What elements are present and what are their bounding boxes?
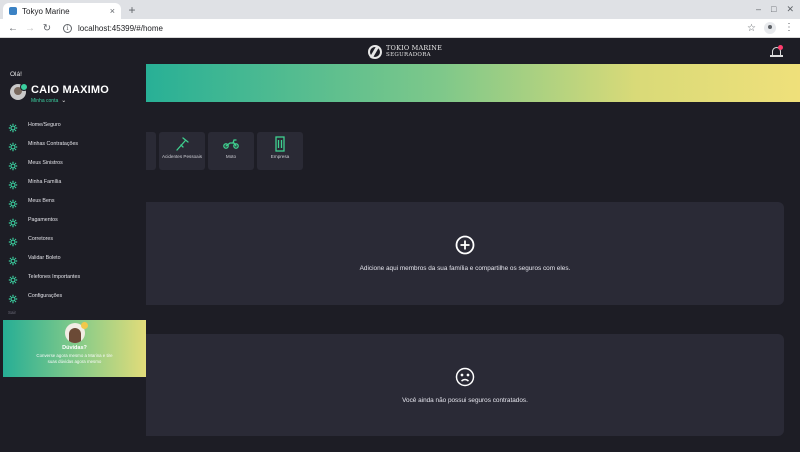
sidebar-item-label: Minhas Contratações — [28, 140, 79, 147]
sidebar-item-home-seguro[interactable]: Home/Seguro — [0, 115, 146, 134]
logo-line1: TOKIO MARINE — [386, 44, 443, 52]
category-moto[interactable]: Moto — [208, 132, 254, 170]
gear-icon — [8, 177, 18, 189]
category-empresa[interactable]: Empresa — [257, 132, 303, 170]
my-account-link[interactable]: Minha conta ⌄ — [31, 97, 67, 105]
site-info-icon[interactable]: i — [63, 23, 72, 33]
sidebar-item-corretores[interactable]: Corretores — [0, 229, 146, 248]
bell-icon[interactable] — [770, 45, 784, 59]
notification-dot — [778, 45, 783, 50]
sidebar-item-telefones-importantes[interactable]: Telefones Importantes — [0, 267, 146, 286]
add-circle-icon[interactable] — [455, 235, 475, 255]
category-card[interactable] — [146, 132, 156, 170]
sidebar-item-label: Meus Sinistros — [28, 159, 63, 166]
profile-icon[interactable] — [764, 22, 776, 34]
reload-icon[interactable]: ↻ — [40, 23, 54, 34]
sidebar-item-label: Pagamentos — [28, 216, 58, 223]
gear-icon — [8, 291, 18, 303]
minimize-button[interactable]: – — [756, 2, 761, 16]
sidebar-item-label: Home/Seguro — [28, 121, 61, 128]
help-card-text: Converse agora mesmo a Marina e tire sua… — [36, 353, 113, 364]
category-acidentes-pessoais[interactable]: Acidentes Pessoais — [159, 132, 205, 170]
gear-icon — [8, 234, 18, 246]
gear-icon — [8, 120, 18, 132]
logout-link[interactable]: Sair — [8, 310, 16, 315]
gear-icon — [8, 158, 18, 170]
sidebar-item-meus-sinistros[interactable]: Meus Sinistros — [0, 153, 146, 172]
family-card[interactable]: Adicione aqui membros da sua família e c… — [146, 202, 784, 305]
sidebar-item-label: Corretores — [28, 235, 54, 242]
sidebar-item-label: Telefones Importantes — [28, 273, 81, 280]
category-label: Moto — [225, 154, 237, 159]
browser-tab-bar: Tokyo Marine × + – □ ✕ — [0, 0, 800, 19]
category-label: Acidentes Pessoais — [161, 154, 203, 159]
motorcycle-icon — [223, 139, 239, 149]
address-bar[interactable]: i localhost:45399/#/home — [63, 21, 739, 36]
sidebar-item-minha-familia[interactable]: Minha Família — [0, 172, 146, 191]
family-card-text: Adicione aqui membros da sua família e c… — [359, 265, 571, 272]
new-tab-button[interactable]: + — [126, 3, 138, 17]
window-controls: – □ ✕ — [756, 2, 794, 16]
help-card-title: Dúvidas? — [62, 345, 87, 351]
sidebar: Olá! CAIO MAXIMO Minha conta ⌄ Home/Segu… — [0, 38, 146, 452]
gear-icon — [8, 272, 18, 284]
tab-close-icon[interactable]: × — [110, 6, 115, 16]
gear-icon — [8, 253, 18, 265]
my-account-label: Minha conta — [31, 97, 59, 104]
crutch-icon — [176, 137, 189, 151]
chevron-down-icon: ⌄ — [61, 98, 67, 104]
close-window-button[interactable]: ✕ — [786, 2, 794, 16]
browser-toolbar: ← → ↻ i localhost:45399/#/home ☆ ⋮ — [0, 19, 800, 38]
sidebar-menu: Home/Seguro Minhas Contratações Meus Sinis… — [0, 115, 146, 305]
tab-favicon-icon — [9, 7, 17, 15]
insurance-categories: Acidentes Pessoais Moto Empresa — [146, 132, 303, 170]
avatar-badge — [20, 83, 28, 91]
sidebar-item-label: Configurações — [28, 292, 63, 299]
assistant-badge — [81, 322, 88, 329]
app-viewport: TOKIO MARINE SEGURADORA Acidentes Pessoa… — [0, 38, 800, 452]
insurance-card: Você ainda não possui seguros contratado… — [146, 334, 784, 436]
user-name: CAIO MAXIMO — [31, 84, 109, 96]
sidebar-item-pagamentos[interactable]: Pagamentos — [0, 210, 146, 229]
bookmark-star-icon[interactable]: ☆ — [747, 23, 756, 34]
logo-line2: SEGURADORA — [386, 52, 431, 58]
sidebar-item-configuracoes[interactable]: Configurações — [0, 286, 146, 305]
sidebar-item-meus-bens[interactable]: Meus Bens — [0, 191, 146, 210]
gear-icon — [8, 215, 18, 227]
gear-icon — [8, 139, 18, 151]
logo-mark-icon — [368, 45, 382, 59]
tab-title: Tokyo Marine — [22, 6, 70, 16]
sidebar-item-validar-boleto[interactable]: Validar Boleto — [0, 248, 146, 267]
sidebar-item-label: Validar Boleto — [28, 254, 61, 261]
sad-face-icon — [455, 367, 475, 386]
insurance-card-text: Você ainda não possui seguros contratado… — [402, 396, 528, 404]
tokio-marine-logo[interactable]: TOKIO MARINE SEGURADORA — [368, 45, 442, 59]
greeting: Olá! — [10, 71, 22, 78]
forward-icon[interactable]: → — [23, 23, 37, 34]
browser-tab[interactable]: Tokyo Marine × — [3, 3, 121, 19]
help-card[interactable]: Dúvidas? Converse agora mesmo a Marina e… — [3, 320, 146, 377]
sidebar-item-minhas-contratacoes[interactable]: Minhas Contratações — [0, 134, 146, 153]
gear-icon — [8, 196, 18, 208]
building-icon — [275, 136, 285, 152]
url-text[interactable]: localhost:45399/#/home — [78, 24, 163, 33]
category-label: Empresa — [270, 154, 290, 159]
back-icon[interactable]: ← — [6, 23, 20, 34]
sidebar-item-label: Minha Família — [28, 178, 62, 185]
browser-menu-icon[interactable]: ⋮ — [784, 23, 794, 33]
maximize-button[interactable]: □ — [771, 2, 776, 16]
hero-banner — [146, 64, 800, 102]
sidebar-item-label: Meus Bens — [28, 197, 55, 204]
